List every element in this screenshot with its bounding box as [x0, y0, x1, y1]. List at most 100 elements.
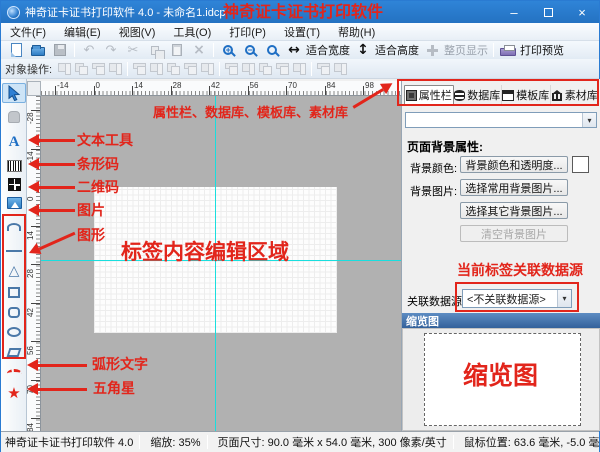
- zoom-out-button[interactable]: [239, 41, 261, 59]
- bg-color-label: 背景颜色:: [410, 160, 457, 176]
- new-file-button[interactable]: [5, 41, 27, 59]
- datasource-label: 关联数据源:: [407, 293, 465, 309]
- maximize-icon: [544, 8, 553, 17]
- zoom-lens-button[interactable]: [261, 41, 283, 59]
- maximize-button[interactable]: [531, 1, 565, 23]
- ruler-number: 14: [134, 82, 143, 90]
- cut-button: [122, 41, 144, 59]
- ruler-number: 14: [27, 231, 35, 240]
- paste-button: [166, 41, 188, 59]
- menu-item-2[interactable]: 视图(V): [110, 23, 165, 40]
- parallelogram-icon: [7, 348, 22, 357]
- page-background-title: 页面背景属性:: [407, 138, 483, 155]
- tab-database[interactable]: 数据库: [454, 85, 503, 105]
- bg-image-label: 背景图片:: [410, 183, 457, 199]
- line-tool[interactable]: [2, 241, 26, 261]
- thumbnail-preview[interactable]: [424, 333, 581, 426]
- tab-properties[interactable]: 属性栏: [404, 85, 454, 105]
- horizontal-ruler: -14014284256708498112: [41, 81, 401, 96]
- full-page-button: 整页显示: [421, 41, 490, 59]
- delete-button: [188, 41, 210, 59]
- vertical-guide-line: [215, 96, 216, 431]
- same-size-icon: [257, 61, 274, 76]
- space-horizontal-icon: [274, 61, 291, 76]
- rectangle-tool[interactable]: [2, 282, 26, 302]
- ruler-tick: [31, 303, 40, 304]
- select-tool[interactable]: [2, 83, 26, 103]
- image-tool[interactable]: [2, 193, 26, 213]
- ruler-tick: [31, 226, 40, 227]
- copy-button: [144, 41, 166, 59]
- tab-template-library[interactable]: 模板库: [502, 85, 551, 105]
- bg-image-button[interactable]: 选择常用背景图片...: [460, 179, 568, 196]
- separator: [74, 43, 75, 57]
- object-toolbar: 对象操作:: [1, 59, 599, 79]
- chevron-down-icon[interactable]: ▾: [582, 113, 596, 127]
- ruler-tick: [31, 380, 40, 381]
- ruler-tick: [94, 86, 95, 95]
- zoom-in-icon: [223, 45, 233, 55]
- thumbnail-header: 缩览图: [402, 313, 600, 328]
- ruler-tick: [31, 187, 40, 188]
- other-bg-image-button[interactable]: 选择其它背景图片...: [460, 202, 568, 219]
- object-select-combobox[interactable]: ▾: [405, 112, 597, 128]
- menu-item-1[interactable]: 编辑(E): [55, 23, 110, 40]
- open-file-button[interactable]: [27, 41, 49, 59]
- menu-item-5[interactable]: 设置(T): [275, 23, 329, 40]
- undo-button: [78, 41, 100, 59]
- text-tool[interactable]: A: [2, 132, 26, 152]
- minimize-button[interactable]: –: [497, 1, 531, 23]
- rotate-icon: [315, 61, 332, 76]
- hand-icon: [8, 111, 20, 123]
- ruler-number: -14: [57, 82, 69, 90]
- panel-tabs: 属性栏 数据库 模板库 素材库: [404, 85, 599, 105]
- ellipse-tool[interactable]: [2, 322, 26, 342]
- menu-item-6[interactable]: 帮助(H): [329, 23, 384, 40]
- ruler-number: -14: [27, 151, 35, 163]
- arc-text-tool[interactable]: [2, 363, 26, 383]
- datasource-combobox[interactable]: <不关联数据源> ▾: [462, 289, 572, 308]
- properties-icon: [406, 90, 417, 101]
- barcode-icon: [7, 160, 22, 172]
- fit-height-button[interactable]: 适合高度: [352, 41, 421, 59]
- menu-item-3[interactable]: 工具(O): [164, 23, 220, 40]
- ruler-number: 56: [27, 346, 35, 355]
- qrcode-icon: [8, 178, 21, 191]
- ruler-number: 42: [211, 82, 220, 90]
- separator: [139, 435, 140, 449]
- close-button[interactable]: ×: [565, 1, 599, 23]
- ruler-number: 70: [27, 385, 35, 394]
- redo-button: [100, 41, 122, 59]
- menu-item-4[interactable]: 打印(P): [220, 23, 275, 40]
- new-file-icon: [11, 43, 22, 57]
- star-tool[interactable]: ★: [2, 383, 26, 403]
- parallelogram-tool[interactable]: [2, 342, 26, 362]
- barcode-tool[interactable]: [2, 156, 26, 176]
- tab-material-library[interactable]: 素材库: [551, 85, 600, 105]
- app-icon: [7, 6, 20, 19]
- qrcode-tool[interactable]: [2, 174, 26, 194]
- rounded-rectangle-tool[interactable]: [2, 302, 26, 322]
- menu-item-0[interactable]: 文件(F): [1, 23, 55, 40]
- cut-icon: [124, 42, 142, 58]
- curve-tool[interactable]: [2, 217, 26, 237]
- fit-width-button[interactable]: 适合宽度: [283, 41, 352, 59]
- ruler-tick: [171, 86, 172, 95]
- zoom-in-button[interactable]: [217, 41, 239, 59]
- chevron-down-icon[interactable]: ▾: [557, 290, 571, 307]
- bg-color-button[interactable]: 背景颜色和透明度...: [460, 156, 568, 173]
- bg-color-swatch[interactable]: [572, 156, 589, 173]
- edit-canvas[interactable]: [41, 96, 401, 431]
- rectangle-icon: [8, 287, 20, 298]
- pan-tool: [2, 107, 26, 127]
- undo-icon: [80, 42, 98, 58]
- triangle-tool[interactable]: △: [2, 261, 26, 281]
- ruler-tick: [248, 86, 249, 95]
- print-preview-button[interactable]: 打印预览: [497, 41, 566, 59]
- ruler-number: -28: [27, 112, 35, 124]
- status-zoom: 缩放: 35%: [146, 434, 200, 450]
- ruler-number: 84: [327, 82, 336, 90]
- group-icon: [56, 61, 73, 76]
- ruler-tick: [31, 264, 40, 265]
- status-page-size: 页面尺寸: 90.0 毫米 x 54.0 毫米, 300 像素/英寸: [214, 434, 447, 450]
